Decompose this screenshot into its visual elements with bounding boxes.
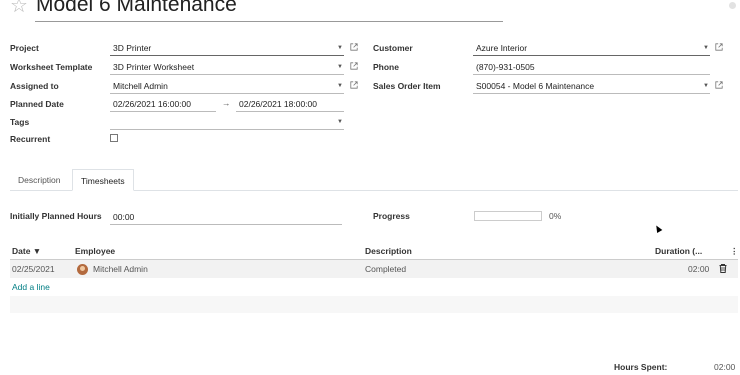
worksheet-template-external-link-icon[interactable] <box>350 62 358 70</box>
customer-field[interactable]: Azure Interior <box>476 43 527 53</box>
title-underline <box>35 21 503 22</box>
customer-label: Customer <box>373 43 413 53</box>
initially-planned-hours-label: Initially Planned Hours <box>10 211 102 221</box>
planned-date-end-underline <box>236 111 344 112</box>
column-date[interactable]: Date ▼ <box>12 246 41 256</box>
assigned-to-dropdown-caret-icon[interactable]: ▼ <box>337 83 343 89</box>
worksheet-template-field[interactable]: 3D Printer Worksheet <box>113 62 194 72</box>
row-description: Completed <box>365 264 407 274</box>
worksheet-template-underline <box>110 74 344 75</box>
column-options-icon[interactable]: ⋮ <box>730 246 739 257</box>
progress-value: 0% <box>549 211 562 221</box>
timesheet-table-header: Date ▼ Employee Description Duration (..… <box>10 242 739 259</box>
row-date: 02/25/2021 <box>12 264 55 274</box>
project-label: Project <box>10 43 39 53</box>
worksheet-template-dropdown-caret-icon[interactable]: ▼ <box>337 64 343 70</box>
trash-icon[interactable] <box>719 264 727 273</box>
planned-date-start-field[interactable]: 02/26/2021 16:00:00 <box>113 99 191 109</box>
progress-bar <box>474 211 542 221</box>
phone-field[interactable]: (870)-931-0505 <box>476 62 535 72</box>
row-duration: 02:00 <box>688 264 710 274</box>
row-employee: Mitchell Admin <box>93 264 148 274</box>
progress-label: Progress <box>373 211 410 221</box>
sales-order-item-external-link-icon[interactable] <box>715 81 723 89</box>
date-range-arrow-icon: → <box>222 98 231 108</box>
table-row[interactable]: 02/25/2021 Mitchell Admin Completed 02:0… <box>10 260 738 278</box>
project-underline <box>110 55 344 56</box>
planned-date-end-field[interactable]: 02/26/2021 18:00:00 <box>239 99 317 109</box>
planned-date-start-underline <box>110 111 216 112</box>
column-duration[interactable]: Duration (... <box>655 246 702 256</box>
column-description[interactable]: Description <box>365 246 412 256</box>
sales-order-item-field[interactable]: S00054 - Model 6 Maintenance <box>476 81 594 91</box>
phone-label: Phone <box>373 62 399 72</box>
sales-order-item-label: Sales Order Item <box>373 81 441 91</box>
recurrent-checkbox[interactable] <box>110 134 118 142</box>
empty-table-row <box>10 296 738 313</box>
customer-dropdown-caret-icon[interactable]: ▼ <box>703 45 709 51</box>
hours-spent-value: 02:00 <box>714 362 736 372</box>
avatar <box>77 264 88 275</box>
customer-underline <box>473 55 710 56</box>
tags-label: Tags <box>10 117 30 127</box>
project-dropdown-caret-icon[interactable]: ▼ <box>337 45 343 51</box>
tags-underline <box>110 129 344 130</box>
assigned-to-field[interactable]: Mitchell Admin <box>113 81 168 91</box>
phone-underline <box>473 74 710 75</box>
initially-planned-hours-underline <box>110 224 342 225</box>
worksheet-template-label: Worksheet Template <box>10 62 93 72</box>
assigned-to-external-link-icon[interactable] <box>350 81 358 89</box>
sales-order-item-underline <box>473 93 710 94</box>
hours-spent-label: Hours Spent: <box>614 362 668 372</box>
favorite-star-icon[interactable]: ☆ <box>10 0 28 18</box>
mouse-cursor-icon <box>653 223 663 234</box>
task-title[interactable]: Model 6 Maintenance <box>36 0 237 17</box>
tab-timesheets[interactable]: Timesheets <box>72 169 134 191</box>
recurrent-label: Recurrent <box>10 134 51 144</box>
status-dot[interactable] <box>729 2 736 9</box>
add-line-link[interactable]: Add a line <box>12 282 50 292</box>
initially-planned-hours-field[interactable]: 00:00 <box>113 212 134 222</box>
planned-date-label: Planned Date <box>10 99 64 109</box>
assigned-to-underline <box>110 93 344 94</box>
assigned-to-label: Assigned to <box>10 81 59 91</box>
column-employee[interactable]: Employee <box>75 246 115 256</box>
sales-order-item-dropdown-caret-icon[interactable]: ▼ <box>703 83 709 89</box>
project-external-link-icon[interactable] <box>350 43 358 51</box>
project-field[interactable]: 3D Printer <box>113 43 151 53</box>
tab-description[interactable]: Description <box>10 169 69 191</box>
tags-dropdown-caret-icon[interactable]: ▼ <box>337 119 343 125</box>
customer-external-link-icon[interactable] <box>715 43 723 51</box>
